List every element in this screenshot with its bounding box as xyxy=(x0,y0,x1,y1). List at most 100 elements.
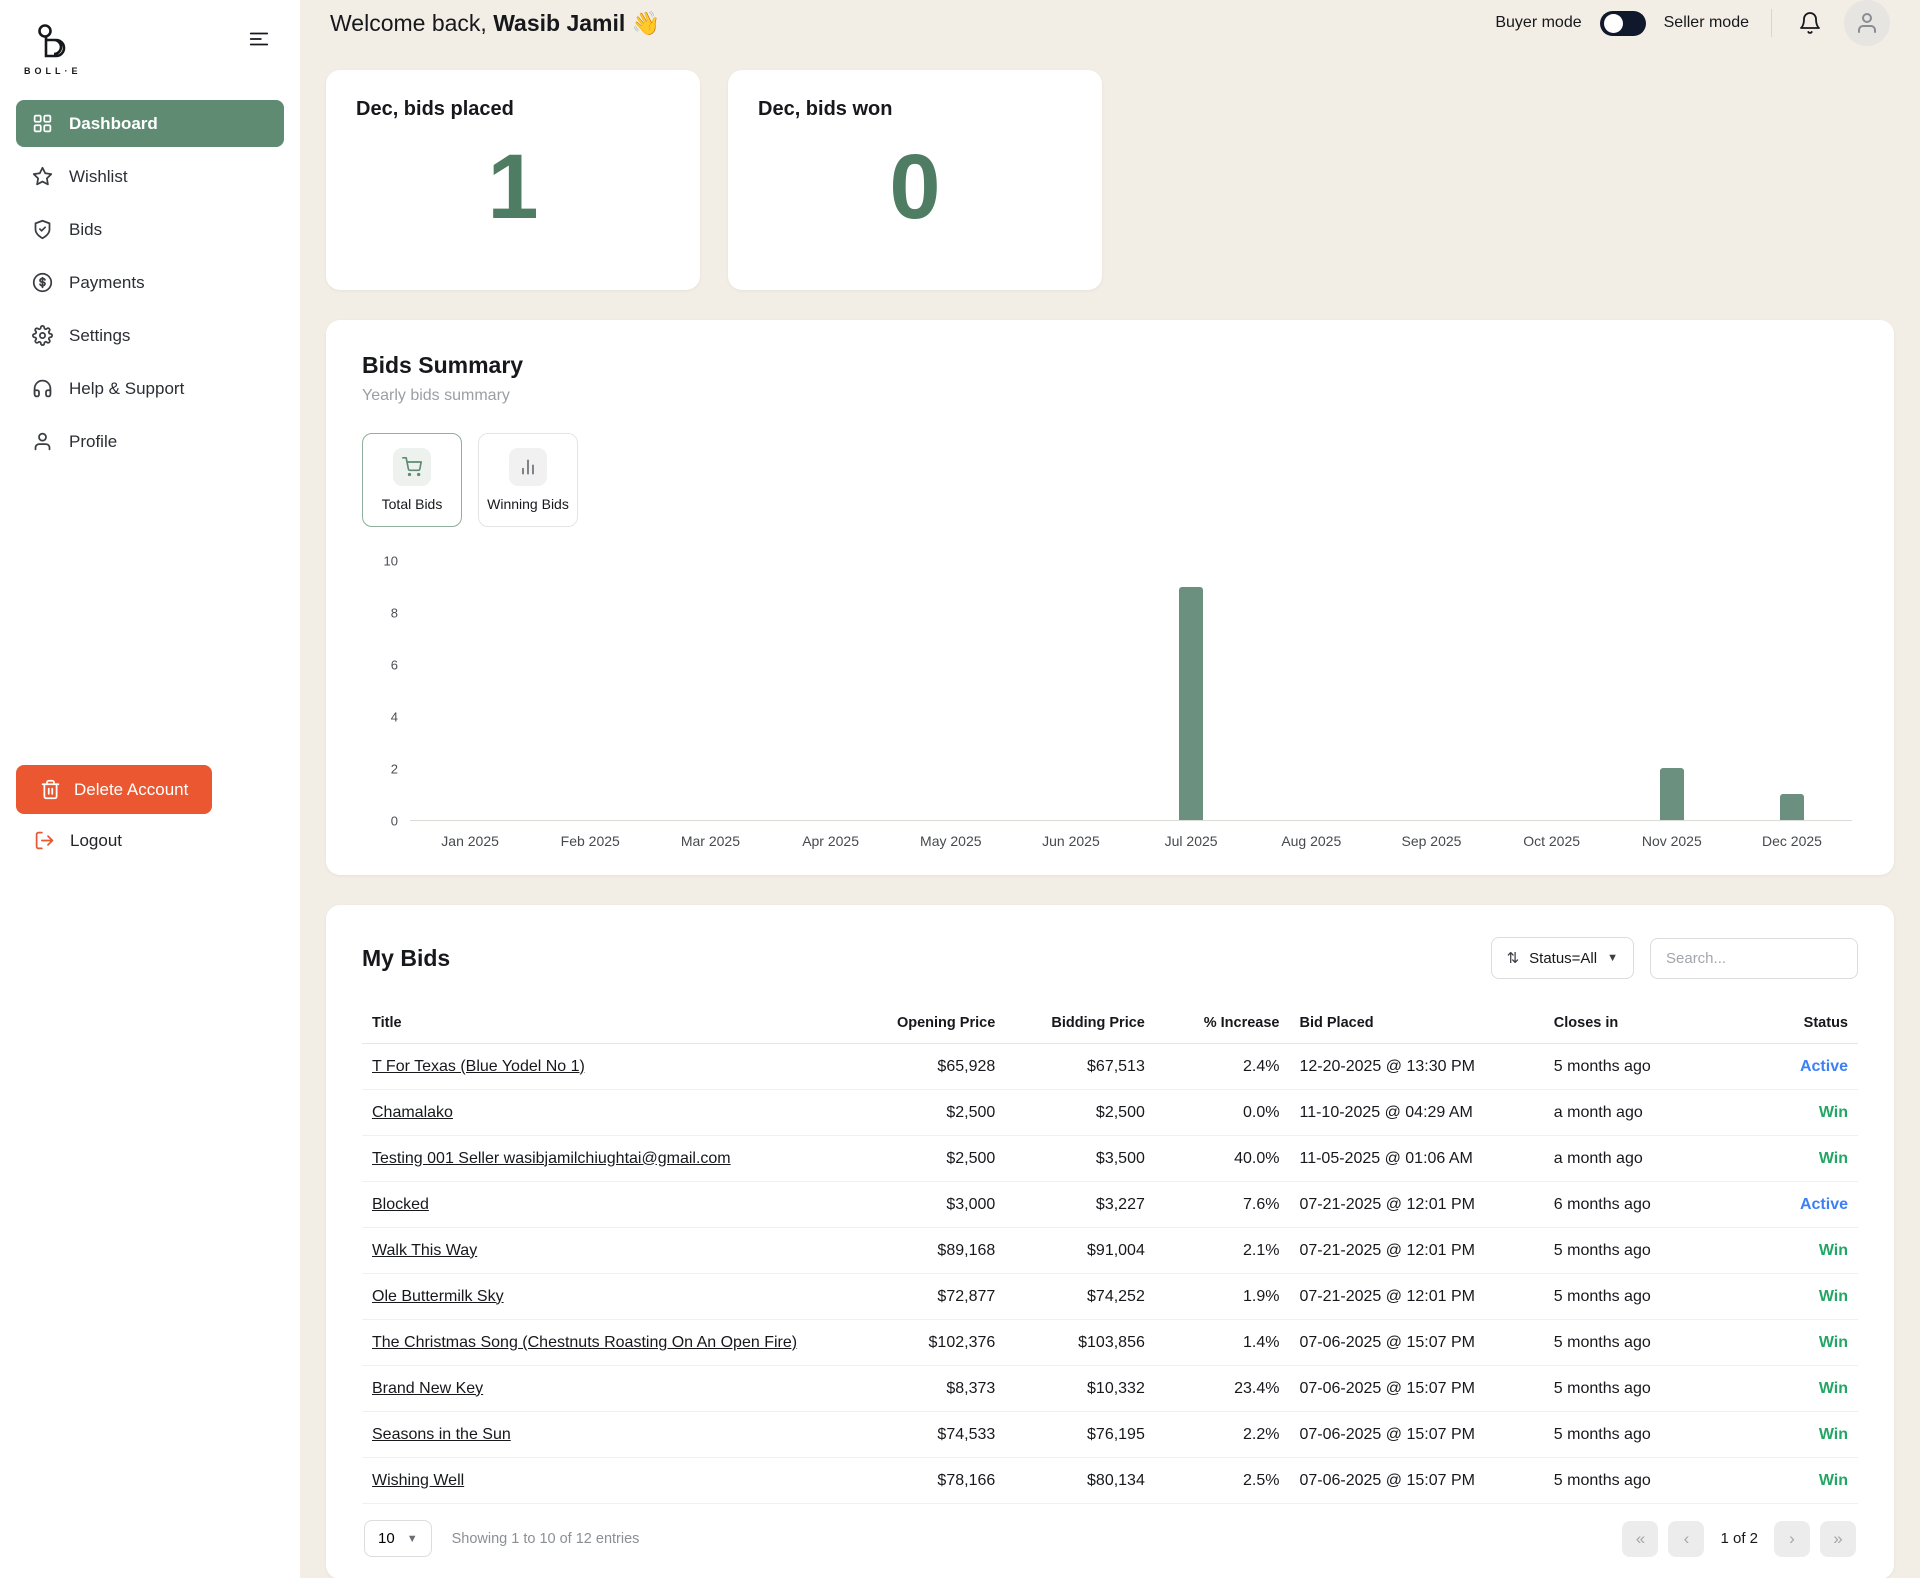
chart-bar[interactable] xyxy=(1780,794,1804,820)
bid-title-cell: The Christmas Song (Chestnuts Roasting O… xyxy=(362,1320,856,1366)
bid-closes-cell: a month ago xyxy=(1544,1090,1731,1136)
star-icon xyxy=(32,166,53,187)
bid-title-cell: T For Texas (Blue Yodel No 1) xyxy=(362,1044,856,1090)
x-tick-label: Jul 2025 xyxy=(1131,833,1251,849)
topbar-divider xyxy=(1771,9,1772,37)
bid-title-cell: Blocked xyxy=(362,1182,856,1228)
bid-closes-cell: 5 months ago xyxy=(1544,1320,1731,1366)
chart-plot-column: Jan 2025Feb 2025Mar 2025Apr 2025May 2025… xyxy=(410,561,1852,849)
bid-bidding-cell: $76,195 xyxy=(1005,1412,1155,1458)
chart-bar-slot xyxy=(1732,561,1852,820)
bid-title-link[interactable]: Chamalako xyxy=(372,1104,453,1121)
bid-opening-cell: $74,533 xyxy=(856,1412,1006,1458)
bid-title-link[interactable]: T For Texas (Blue Yodel No 1) xyxy=(372,1058,585,1075)
bid-title-link[interactable]: Brand New Key xyxy=(372,1380,483,1397)
table-head: TitleOpening PriceBidding Price% Increas… xyxy=(362,1003,1858,1044)
column-header: Opening Price xyxy=(856,1003,1006,1044)
x-tick-label: Nov 2025 xyxy=(1612,833,1732,849)
status-badge: Win xyxy=(1731,1458,1858,1504)
chart-bar-slot xyxy=(1492,561,1612,820)
mode-toggle[interactable] xyxy=(1600,11,1646,36)
column-header: Status xyxy=(1731,1003,1858,1044)
prev-page-button[interactable]: ‹ xyxy=(1668,1521,1704,1557)
bid-title-cell: Brand New Key xyxy=(362,1366,856,1412)
bid-title-link[interactable]: The Christmas Song (Chestnuts Roasting O… xyxy=(372,1334,797,1351)
bid-opening-cell: $102,376 xyxy=(856,1320,1006,1366)
sidebar-item-settings[interactable]: Settings xyxy=(16,312,284,359)
sidebar-item-label: Bids xyxy=(69,220,102,240)
bid-increase-cell: 23.4% xyxy=(1155,1366,1290,1412)
bid-title-cell: Ole Buttermilk Sky xyxy=(362,1274,856,1320)
status-badge: Win xyxy=(1731,1320,1858,1366)
bid-bidding-cell: $80,134 xyxy=(1005,1458,1155,1504)
chart-bar[interactable] xyxy=(1179,587,1203,820)
status-badge: Win xyxy=(1731,1366,1858,1412)
sidebar-item-profile[interactable]: Profile xyxy=(16,418,284,465)
bid-title-cell: Testing 001 Seller wasibjamilchiughtai@g… xyxy=(362,1136,856,1182)
profile-avatar-button[interactable] xyxy=(1844,0,1890,46)
y-tick-label: 0 xyxy=(391,814,398,829)
bid-closes-cell: 5 months ago xyxy=(1544,1412,1731,1458)
user-icon xyxy=(32,431,53,452)
bid-title-cell: Walk This Way xyxy=(362,1228,856,1274)
last-page-button[interactable]: » xyxy=(1820,1521,1856,1557)
welcome-username: Wasib Jamil xyxy=(493,10,625,36)
sidebar-collapse-button[interactable] xyxy=(242,22,276,59)
search-input[interactable] xyxy=(1650,938,1858,979)
toggle-knob xyxy=(1604,14,1623,33)
column-header: % Increase xyxy=(1155,1003,1290,1044)
bid-title-link[interactable]: Wishing Well xyxy=(372,1472,464,1489)
bid-bidding-cell: $3,500 xyxy=(1005,1136,1155,1182)
x-tick-label: Sep 2025 xyxy=(1371,833,1491,849)
first-page-button[interactable]: « xyxy=(1622,1521,1658,1557)
chart-bar[interactable] xyxy=(1660,768,1684,820)
bid-title-link[interactable]: Testing 001 Seller wasibjamilchiughtai@g… xyxy=(372,1150,731,1167)
bid-title-link[interactable]: Walk This Way xyxy=(372,1242,477,1259)
status-filter-dropdown[interactable]: ⇅ Status=All ▼ xyxy=(1491,937,1634,979)
table-row: Blocked $3,000$3,2277.6%07-21-2025 @ 12:0… xyxy=(362,1182,1858,1228)
sidebar-item-wishlist[interactable]: Wishlist xyxy=(16,153,284,200)
tab-total-bids[interactable]: Total Bids xyxy=(362,433,462,527)
pagination: « ‹ 1 of 2 › » xyxy=(1622,1521,1856,1557)
bid-closes-cell: 5 months ago xyxy=(1544,1458,1731,1504)
bid-bidding-cell: $91,004 xyxy=(1005,1228,1155,1274)
x-tick-label: Aug 2025 xyxy=(1251,833,1371,849)
bid-opening-cell: $2,500 xyxy=(856,1090,1006,1136)
bid-opening-cell: $3,000 xyxy=(856,1182,1006,1228)
bid-increase-cell: 7.6% xyxy=(1155,1182,1290,1228)
bid-placed-cell: 11-10-2025 @ 04:29 AM xyxy=(1289,1090,1543,1136)
bid-title-link[interactable]: Seasons in the Sun xyxy=(372,1426,511,1443)
delete-account-button[interactable]: Delete Account xyxy=(16,765,212,814)
chart-bar-slot xyxy=(530,561,650,820)
logout-button[interactable]: Logout xyxy=(16,814,284,867)
bid-placed-cell: 07-21-2025 @ 12:01 PM xyxy=(1289,1182,1543,1228)
sidebar-item-dashboard[interactable]: Dashboard xyxy=(16,100,284,147)
bid-placed-cell: 07-06-2025 @ 15:07 PM xyxy=(1289,1320,1543,1366)
main-content: Welcome back, Wasib Jamil 👋 Buyer mode S… xyxy=(300,0,1920,1578)
sidebar-item-bids[interactable]: Bids xyxy=(16,206,284,253)
page-size-select[interactable]: 10 ▼ xyxy=(364,1520,432,1557)
chart-bar-slot xyxy=(1371,561,1491,820)
chart-bar-slot xyxy=(1251,561,1371,820)
chart-x-axis: Jan 2025Feb 2025Mar 2025Apr 2025May 2025… xyxy=(410,833,1852,849)
bid-title-link[interactable]: Ole Buttermilk Sky xyxy=(372,1288,504,1305)
x-tick-label: Jan 2025 xyxy=(410,833,530,849)
notifications-button[interactable] xyxy=(1794,7,1826,39)
bid-title-link[interactable]: Blocked xyxy=(372,1196,429,1213)
next-page-button[interactable]: › xyxy=(1774,1521,1810,1557)
showing-entries-text: Showing 1 to 10 of 12 entries xyxy=(452,1531,640,1547)
chart-bar-slot xyxy=(650,561,770,820)
bid-increase-cell: 1.9% xyxy=(1155,1274,1290,1320)
summary-tabs: Total Bids Winning Bids xyxy=(362,433,1858,527)
bid-bidding-cell: $3,227 xyxy=(1005,1182,1155,1228)
bid-bidding-cell: $67,513 xyxy=(1005,1044,1155,1090)
bid-placed-cell: 12-20-2025 @ 13:30 PM xyxy=(1289,1044,1543,1090)
x-tick-label: Oct 2025 xyxy=(1492,833,1612,849)
bids-summary-card: Bids Summary Yearly bids summary Total B… xyxy=(326,320,1894,875)
tab-winning-bids[interactable]: Winning Bids xyxy=(478,433,578,527)
stat-label: Dec, bids placed xyxy=(356,98,670,121)
status-filter-label: Status=All xyxy=(1529,950,1597,967)
sidebar-item-help-support[interactable]: Help & Support xyxy=(16,365,284,412)
chevron-down-icon: ▼ xyxy=(407,1533,418,1545)
sidebar-item-payments[interactable]: Payments xyxy=(16,259,284,306)
